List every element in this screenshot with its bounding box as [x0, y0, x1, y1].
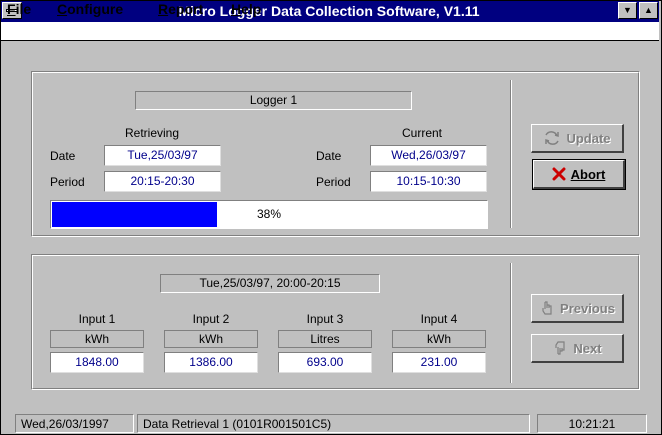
- current-period-field: 10:15-10:30: [370, 171, 487, 192]
- menu-report-mnemonic: R: [158, 1, 169, 17]
- input-3-label: Input 3: [306, 312, 344, 326]
- current-date-label: Date: [316, 149, 342, 163]
- retrieving-date-field: Tue,25/03/97: [104, 145, 221, 166]
- input-1-value: 1848.00: [50, 352, 144, 373]
- input-2-unit: kWh: [164, 330, 258, 348]
- input-2-label: Input 2: [192, 312, 230, 326]
- menu-file-label: ile: [15, 1, 32, 17]
- triangle-up-icon: ▲: [644, 5, 653, 15]
- refresh-icon: [545, 131, 560, 145]
- status-time: 10:21:21: [537, 414, 647, 433]
- previous-button[interactable]: Previous: [531, 294, 624, 323]
- input-1-label: Input 1: [78, 312, 116, 326]
- input-3-value: 693.00: [278, 352, 372, 373]
- retrieving-period-field: 20:15-20:30: [104, 171, 221, 192]
- next-button-label: Next: [573, 340, 602, 356]
- readings-timestamp: Tue,25/03/97, 20:00-20:15: [160, 274, 380, 293]
- status-message: Data Retrieval 1 (0101R001501C5): [137, 414, 530, 433]
- update-button-label: Update: [566, 130, 611, 146]
- progress-percent: 38%: [256, 207, 282, 221]
- input-4-label: Input 4: [420, 312, 458, 326]
- current-period-label: Period: [316, 175, 351, 189]
- menu-configure-mnemonic: C: [57, 1, 68, 17]
- input-1-unit: kWh: [50, 330, 144, 348]
- retrieval-panel-divider: [510, 80, 512, 228]
- menu-file-mnemonic: F: [7, 1, 16, 17]
- menu-configure-label: onfigure: [67, 1, 124, 17]
- retrieval-progress-bar: 38%: [50, 200, 488, 229]
- minimize-button[interactable]: ▼: [618, 2, 637, 19]
- retrieving-heading: Retrieving: [125, 126, 180, 140]
- triangle-down-icon: ▼: [623, 5, 632, 15]
- input-4-value: 231.00: [392, 352, 486, 373]
- abort-button[interactable]: Abort: [532, 159, 626, 190]
- menu-help-mnemonic: H: [231, 1, 242, 17]
- menu-report[interactable]: Report: [158, 1, 203, 18]
- logger-name: Logger 1: [135, 91, 412, 110]
- menu-help-label: elp: [241, 1, 262, 17]
- menu-help[interactable]: Help: [231, 1, 261, 18]
- input-3-unit: Litres: [278, 330, 372, 348]
- readings-panel-divider: [510, 263, 512, 383]
- current-heading: Current: [402, 126, 443, 140]
- current-date-field: Wed,26/03/97: [370, 145, 487, 166]
- previous-button-label: Previous: [560, 300, 615, 316]
- update-button[interactable]: Update: [531, 124, 624, 153]
- status-date: Wed,26/03/1997: [15, 414, 134, 433]
- menu-file[interactable]: File: [7, 1, 31, 18]
- abort-button-label: Abort: [570, 166, 606, 182]
- maximize-button[interactable]: ▲: [639, 2, 658, 19]
- menu-report-label: eport: [168, 1, 204, 17]
- x-icon: [552, 167, 566, 181]
- retrieving-date-label: Date: [50, 149, 76, 163]
- hand-down-icon: [555, 341, 566, 355]
- hand-up-icon: [542, 301, 552, 315]
- input-4-unit: kWh: [392, 330, 486, 348]
- retrieving-period-label: Period: [50, 175, 85, 189]
- next-button[interactable]: Next: [531, 334, 624, 363]
- menu-configure[interactable]: Configure: [57, 1, 123, 18]
- input-2-value: 1386.00: [164, 352, 258, 373]
- menu-bar: [1, 22, 659, 41]
